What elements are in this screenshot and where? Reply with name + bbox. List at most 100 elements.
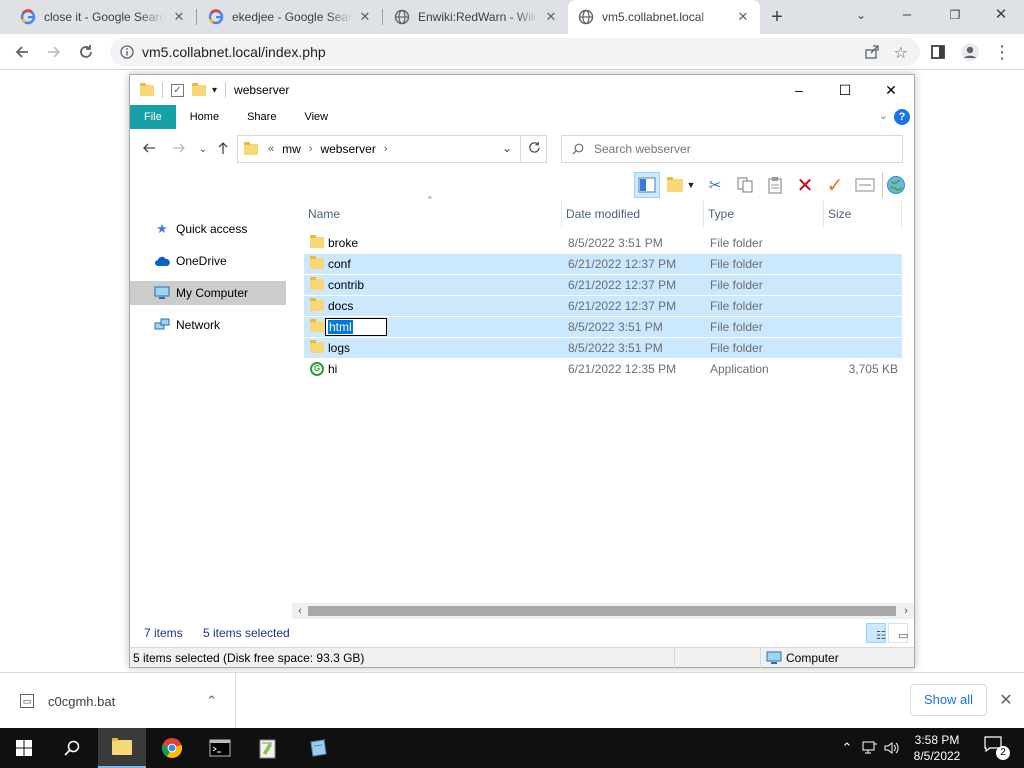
taskbar-notepadpp[interactable] [244, 728, 292, 768]
rename-button[interactable]: ✓ [822, 172, 848, 198]
cut-button[interactable]: ✂ [702, 172, 728, 198]
tab-label: vm5.collabnet.local [602, 10, 705, 24]
address-dropdown-icon[interactable]: ⌄ [502, 141, 512, 155]
taskbar-command-prompt[interactable] [196, 728, 244, 768]
tab-redwarn-wiki[interactable]: Enwiki:RedWarn - Wikipedia ✕ [384, 0, 568, 34]
scrollbar-thumb[interactable] [308, 606, 896, 616]
taskbar-clock[interactable]: 3:58 PM 8/5/2022 [900, 732, 974, 764]
show-hidden-icons[interactable]: ⌃ [838, 728, 856, 768]
table-row[interactable]: contrib 6/21/2022 12:37 PM File folder [304, 275, 902, 295]
rename-input[interactable]: html [325, 318, 387, 336]
column-header-name[interactable]: Name [304, 201, 562, 227]
start-button[interactable] [0, 728, 48, 768]
help-icon[interactable]: ? [894, 109, 910, 125]
close-icon[interactable]: ✕ [736, 10, 750, 24]
nav-my-computer[interactable]: My Computer [130, 281, 286, 305]
table-row[interactable]: conf 6/21/2022 12:37 PM File folder [304, 254, 902, 274]
chevron-up-icon[interactable]: ⌃ [206, 693, 217, 709]
globe-button[interactable] [882, 172, 908, 198]
paste-button[interactable] [762, 172, 788, 198]
copy-button[interactable] [732, 172, 758, 198]
up-button[interactable] [214, 141, 232, 159]
taskbar-chrome[interactable] [148, 728, 196, 768]
scroll-right-icon[interactable]: › [898, 603, 914, 619]
notification-center-button[interactable]: 2 [982, 736, 1010, 760]
nav-network[interactable]: Network [130, 313, 286, 337]
search-input[interactable] [594, 142, 884, 156]
search-button[interactable] [48, 728, 96, 768]
tab-close-it-search[interactable]: close it - Google Search ✕ [10, 0, 196, 34]
tab-share[interactable]: Share [233, 105, 290, 129]
breadcrumb-mw[interactable]: mw [282, 142, 301, 156]
close-icon[interactable]: ✕ [544, 10, 558, 24]
table-row[interactable]: html 8/5/2022 3:51 PM File folder [304, 317, 902, 337]
tab-vm5-collabnet[interactable]: vm5.collabnet.local ✕ [568, 0, 760, 34]
table-row[interactable]: logs 8/5/2022 3:51 PM File folder [304, 338, 902, 358]
close-icon[interactable]: ✕ [172, 10, 186, 24]
explorer-close-button[interactable]: ✕ [868, 75, 914, 105]
large-icons-view-button[interactable]: ▭ [888, 623, 908, 643]
tab-search-button[interactable]: ⌄ [838, 0, 884, 34]
table-row[interactable]: broke 8/5/2022 3:51 PM File folder [304, 233, 902, 253]
nav-onedrive[interactable]: OneDrive [130, 249, 286, 273]
tab-ekedjee-search[interactable]: ekedjee - Google Search ✕ [198, 0, 382, 34]
recent-locations-dropdown[interactable]: ⌄ [194, 141, 212, 159]
nav-quick-access[interactable]: ★ Quick access [130, 217, 286, 241]
chevron-right-icon[interactable]: › [309, 143, 313, 155]
tab-label: Enwiki:RedWarn - Wikipedia [418, 10, 538, 24]
show-all-button[interactable]: Show all [910, 684, 987, 716]
address-breadcrumb[interactable]: « mw › webserver › ⌄ [237, 135, 547, 163]
column-header-date-modified[interactable]: Date modified [562, 201, 704, 227]
customize-dropdown-icon[interactable]: ▾ [212, 85, 217, 96]
download-item[interactable]: ▭ c0cgmh.bat ⌃ [0, 673, 236, 729]
properties-button[interactable] [852, 172, 878, 198]
network-status-icon[interactable] [858, 728, 882, 768]
explorer-maximize-button[interactable]: ☐ [822, 75, 868, 105]
forward-button[interactable] [42, 40, 66, 64]
horizontal-scrollbar[interactable]: ‹ › [292, 603, 914, 619]
volume-icon[interactable] [882, 728, 902, 768]
column-header-size[interactable]: Size [824, 201, 902, 227]
close-icon[interactable]: ✕ [996, 691, 1016, 711]
explorer-forward-button[interactable] [170, 141, 188, 159]
breadcrumb-overflow[interactable]: « [268, 143, 274, 155]
restore-button[interactable]: ❐ [932, 0, 978, 34]
table-row[interactable]: docs 6/21/2022 12:37 PM File folder [304, 296, 902, 316]
close-window-button[interactable]: ✕ [978, 0, 1024, 34]
minimize-button[interactable]: – [884, 0, 930, 34]
file-date: 6/21/2022 12:37 PM [568, 278, 677, 292]
details-view-button[interactable]: ☷ [866, 623, 886, 643]
share-icon[interactable] [864, 44, 880, 63]
taskbar-app-blue[interactable] [294, 728, 342, 768]
new-folder-icon[interactable] [192, 82, 206, 96]
terminal-icon [209, 739, 231, 757]
back-button[interactable] [10, 40, 34, 64]
table-row[interactable]: G hi 6/21/2022 12:35 PM Application 3,70… [304, 359, 902, 379]
tab-file[interactable]: File [130, 105, 176, 129]
bookmark-star-icon[interactable]: ☆ [894, 43, 908, 63]
explorer-back-button[interactable] [140, 141, 158, 159]
breadcrumb-webserver[interactable]: webserver [320, 142, 375, 156]
scroll-left-icon[interactable]: ‹ [292, 603, 308, 619]
new-tab-button[interactable]: + [766, 6, 788, 28]
tab-home[interactable]: Home [176, 105, 233, 129]
side-panel-button[interactable] [926, 40, 950, 64]
address-bar[interactable]: vm5.collabnet.local/index.php ☆ [110, 38, 920, 66]
notepad-icon [259, 739, 276, 759]
expand-ribbon-icon[interactable]: ⌄ [879, 109, 888, 122]
search-box[interactable] [561, 135, 903, 163]
close-icon[interactable]: ✕ [358, 10, 372, 24]
new-folder-dropdown-button[interactable]: ▼ [664, 172, 698, 198]
reload-button[interactable] [74, 40, 98, 64]
tab-view[interactable]: View [290, 105, 342, 129]
chevron-right-icon[interactable]: › [384, 143, 388, 155]
preview-pane-button[interactable] [634, 172, 660, 198]
explorer-minimize-button[interactable]: – [776, 75, 822, 105]
delete-button[interactable]: ✕ [792, 172, 818, 198]
column-header-type[interactable]: Type [704, 201, 824, 227]
menu-kebab-icon[interactable]: ⋮ [990, 40, 1014, 64]
refresh-button[interactable] [520, 135, 548, 163]
properties-check-icon[interactable]: ✓ [171, 83, 184, 97]
taskbar-file-explorer[interactable] [98, 728, 146, 768]
profile-button[interactable] [958, 40, 982, 64]
